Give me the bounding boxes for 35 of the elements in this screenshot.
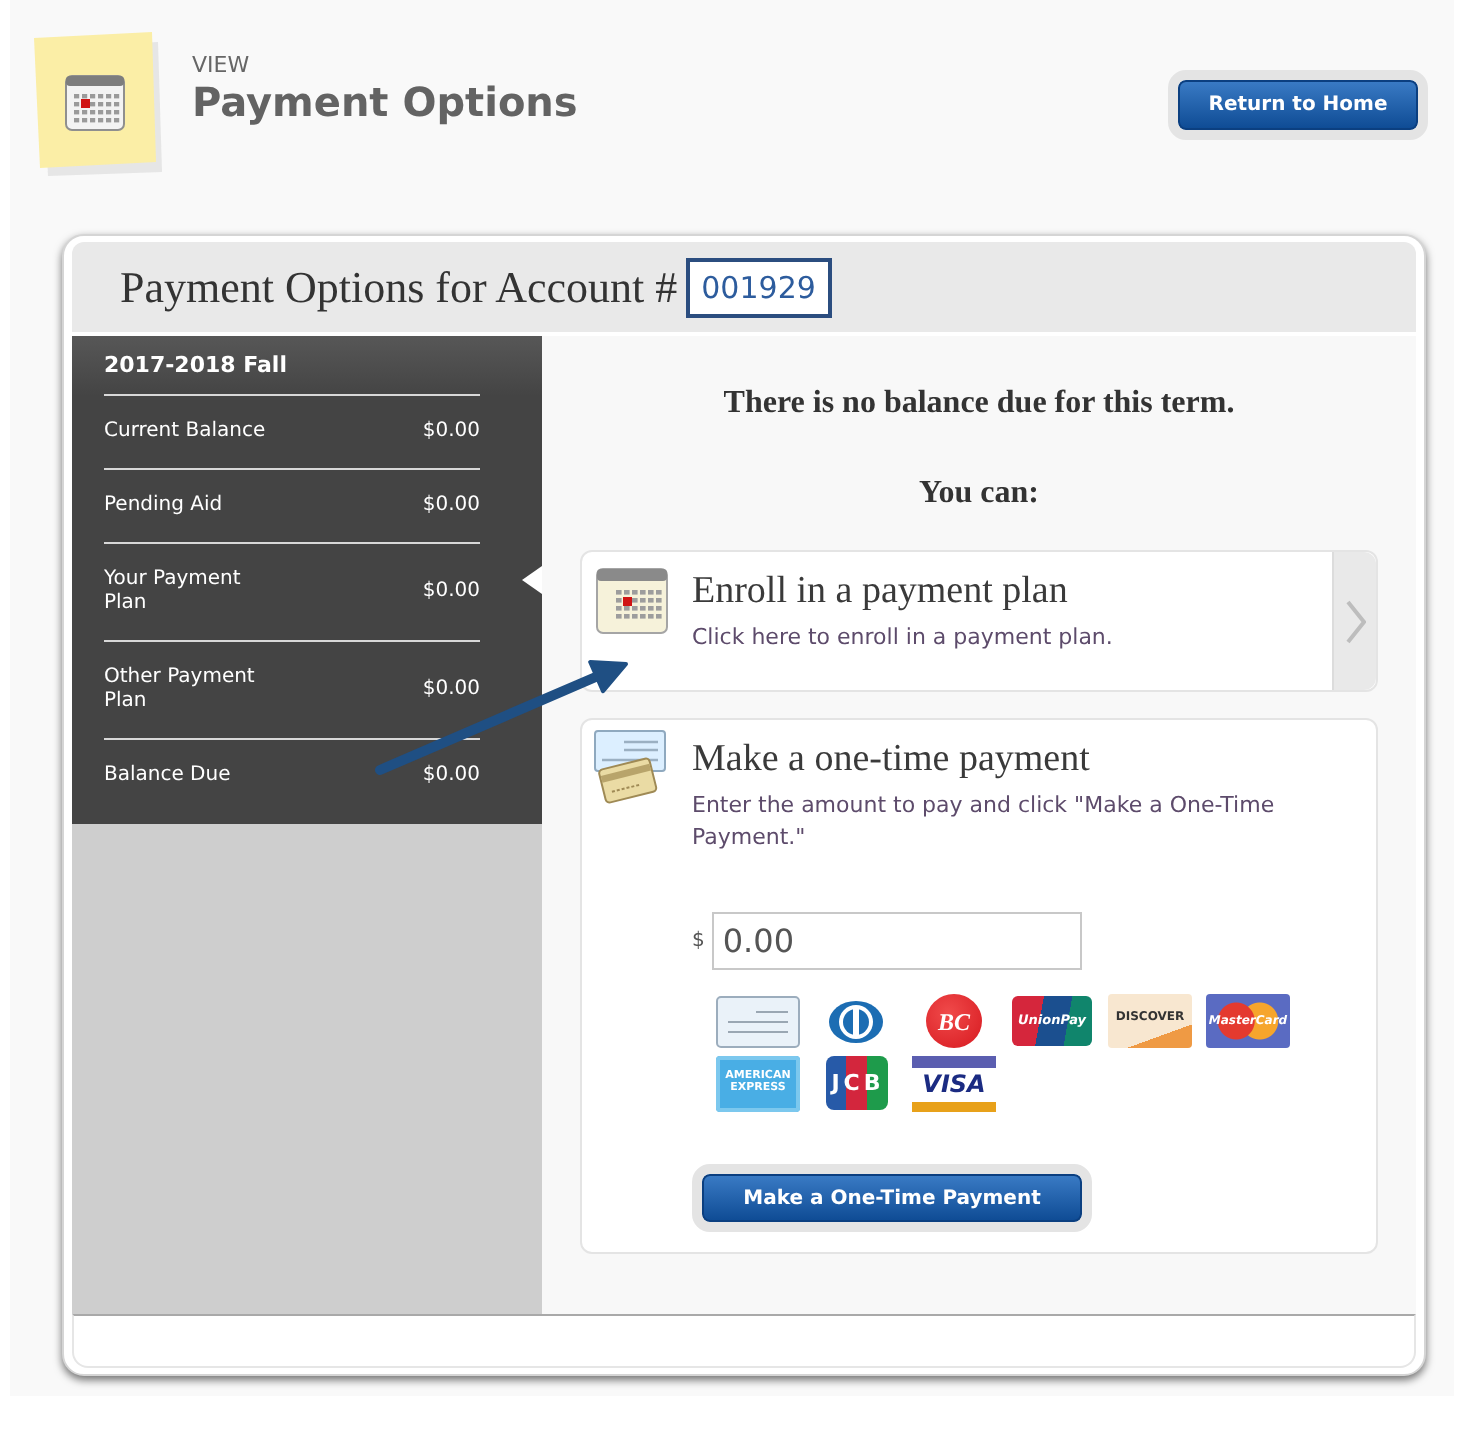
cheque-and-card-icon [594, 730, 666, 804]
option-description: Enter the amount to pay and click "Make a One-Time Payment." [692, 790, 1277, 854]
summary-amount: $0.00 [422, 764, 480, 788]
summary-label: Other Payment Plan [104, 666, 257, 714]
payment-plan-option[interactable]: Enroll in a payment plan Click here to enroll in a payment plan. [580, 550, 1378, 692]
one-time-payment-button[interactable]: Make a One-Time Payment [692, 1164, 1092, 1232]
chevron-right-icon [1345, 599, 1365, 643]
option-description: Click here to enroll in a payment plan. [692, 624, 1115, 652]
term-title: 2017-2018 Fall [104, 336, 480, 396]
card-logo-text: BC [937, 1009, 970, 1033]
amount-input[interactable]: 0.00 [712, 912, 1083, 970]
option-title: Make a one-time payment [692, 740, 1092, 780]
summary-label: Pending Aid [104, 494, 225, 518]
balance-notice: There is no balance due for this term. [721, 384, 1237, 422]
circle-logo-icon [828, 999, 884, 1043]
return-home-button[interactable]: Return to Home [1168, 70, 1428, 140]
cheque-icon [716, 995, 800, 1047]
account-number: 001929 [685, 257, 832, 317]
summary-amount: $0.00 [422, 580, 480, 604]
option-title: Enroll in a payment plan [692, 572, 1070, 612]
account-heading: Payment Options for Account # [120, 261, 678, 313]
summary-label: Balance Due [104, 764, 233, 788]
calendar-icon [596, 568, 668, 634]
summary-label: Current Balance [104, 420, 268, 444]
page-title: Payment Options [192, 78, 578, 126]
calendar-note-icon [30, 32, 162, 176]
summary-amount: $0.00 [422, 420, 480, 444]
options-prompt: You can: [916, 474, 1041, 512]
card-logo-text: VISA [922, 1072, 986, 1096]
currency-symbol: $ [692, 930, 705, 952]
chevron-panel[interactable] [1332, 552, 1376, 690]
page-eyebrow: VIEW [192, 52, 252, 78]
summary-label: Your Payment Plan [104, 568, 243, 616]
summary-amount: $0.00 [422, 494, 480, 518]
summary-amount: $0.00 [422, 678, 480, 702]
